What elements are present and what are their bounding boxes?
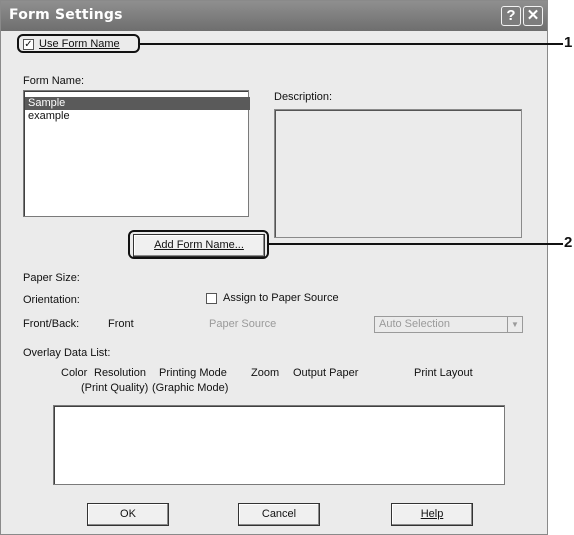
paper-source-label: Paper Source	[209, 318, 277, 330]
callout-number-2: 2	[564, 234, 573, 251]
callout-leader-2	[269, 243, 563, 245]
assign-paper-source-label[interactable]: Assign to Paper Source	[223, 292, 339, 304]
paper-source-value: Auto Selection	[379, 318, 450, 330]
help-title-button[interactable]: ?	[501, 6, 521, 26]
help-icon: ?	[506, 7, 516, 24]
ok-label: OK	[120, 508, 136, 520]
dialog-title: Form Settings	[9, 7, 123, 23]
column-graphic-mode: (Graphic Mode)	[152, 382, 229, 394]
ok-button[interactable]: OK	[87, 503, 169, 526]
title-bar: Form Settings ? ✕	[1, 1, 547, 31]
list-item-sample[interactable]: Sample	[25, 97, 250, 110]
cancel-label: Cancel	[261, 508, 297, 520]
column-color: Color	[61, 367, 88, 379]
form-settings-dialog: Form Settings ? ✕ ✓ Use Form Name Form N…	[0, 0, 548, 535]
form-name-label: Form Name:	[23, 75, 85, 87]
cancel-button[interactable]: Cancel	[238, 503, 320, 526]
front-back-label: Front/Back:	[23, 318, 80, 330]
help-button[interactable]: Help	[391, 503, 473, 526]
column-resolution: Resolution	[94, 367, 146, 379]
description-box[interactable]	[274, 109, 522, 238]
column-output-paper: Output Paper	[293, 367, 359, 379]
description-label: Description:	[274, 91, 333, 103]
column-print-layout: Print Layout	[414, 367, 473, 379]
paper-source-select[interactable]: Auto Selection ▼	[374, 316, 523, 333]
orientation-label: Orientation:	[23, 294, 80, 306]
column-printing-mode: Printing Mode	[159, 367, 227, 379]
callout-number-1: 1	[564, 34, 573, 51]
use-form-name-label[interactable]: Use Form Name	[39, 38, 120, 50]
chevron-down-icon[interactable]: ▼	[507, 317, 522, 332]
assign-paper-source-checkbox[interactable]	[206, 293, 217, 304]
close-button[interactable]: ✕	[523, 6, 543, 26]
overlay-data-list-label: Overlay Data List:	[23, 347, 111, 359]
column-print-quality: (Print Quality)	[81, 382, 149, 394]
add-form-name-label: Add Form Name...	[154, 239, 244, 251]
overlay-data-list[interactable]	[53, 405, 505, 485]
list-item-example[interactable]: example	[25, 110, 70, 123]
callout-leader-1	[140, 43, 563, 45]
checkmark-icon: ✓	[24, 39, 33, 50]
front-back-value: Front	[108, 318, 134, 330]
use-form-name-checkbox[interactable]: ✓	[23, 39, 34, 50]
add-form-name-button[interactable]: Add Form Name...	[133, 234, 265, 257]
help-label: Help	[420, 508, 444, 520]
paper-size-label: Paper Size:	[23, 272, 80, 284]
column-zoom: Zoom	[251, 367, 280, 379]
close-icon: ✕	[526, 7, 540, 24]
form-name-list[interactable]: Sample example	[23, 90, 250, 217]
